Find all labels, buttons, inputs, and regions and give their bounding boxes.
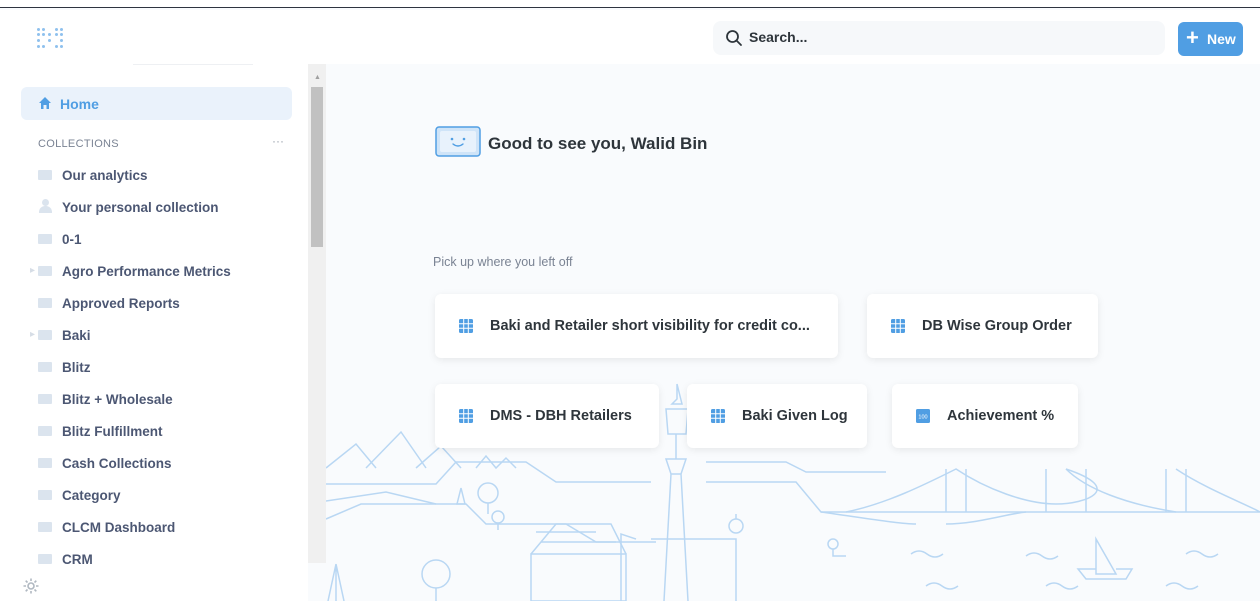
sidebar-collection-item[interactable]: Approved Reports [38, 293, 298, 317]
collection-name: Our analytics [62, 168, 148, 183]
person-icon [42, 199, 49, 206]
search-icon [726, 30, 742, 46]
folder-icon [38, 394, 52, 404]
chevron-right-icon[interactable]: ▸ [30, 265, 35, 276]
recent-item-card[interactable]: DMS - DBH Retailers [435, 384, 659, 448]
sidebar-item-home[interactable]: Home [21, 87, 292, 120]
recent-item-label: Achievement % [947, 408, 1055, 424]
sidebar-collection-item[interactable]: Blitz + Wholesale [38, 389, 298, 413]
collection-name: Cash Collections [62, 456, 172, 471]
sidebar: Home COLLECTIONS ··· Our analytics Your p… [0, 64, 308, 601]
search-placeholder: Search... [749, 29, 808, 45]
sidebar-collection-item[interactable]: ▸ Baki [30, 325, 298, 349]
plus-icon: + [1186, 25, 1199, 50]
recent-item-label: Baki Given Log [742, 408, 848, 424]
number-icon: 100 [916, 409, 930, 423]
recent-item-label: Baki and Retailer short visibility for c… [490, 318, 810, 334]
folder-icon [38, 330, 52, 340]
gear-icon[interactable] [22, 577, 40, 595]
metabase-logo-icon[interactable] [37, 28, 63, 50]
collection-name: CRM [62, 552, 93, 567]
collection-name: Blitz + Wholesale [62, 392, 173, 407]
sidebar-collection-item[interactable]: Cash Collections [38, 453, 298, 477]
greeting-face-icon [435, 126, 481, 157]
sidebar-collection-item[interactable]: ▸ Agro Performance Metrics [30, 261, 298, 285]
collection-name: Blitz [62, 360, 91, 375]
sidebar-divider [133, 64, 253, 65]
folder-icon [38, 170, 52, 180]
sidebar-scrollbar[interactable]: ▲ [308, 64, 326, 563]
scroll-up-arrow-icon[interactable]: ▲ [314, 74, 321, 81]
recent-item-card[interactable]: Baki and Retailer short visibility for c… [435, 294, 838, 358]
collections-heading: COLLECTIONS [38, 138, 119, 150]
table-icon [459, 319, 473, 333]
svg-text:100: 100 [918, 415, 927, 421]
table-icon [711, 409, 725, 423]
recent-item-card[interactable]: 100 Achievement % [892, 384, 1078, 448]
new-button-label: New [1207, 31, 1236, 47]
collection-name: CLCM Dashboard [62, 520, 176, 535]
recent-items-heading: Pick up where you left off [433, 255, 573, 269]
greeting-title: Good to see you, Walid Bin [488, 134, 708, 153]
table-icon [459, 409, 473, 423]
search-input[interactable]: Search... [713, 21, 1165, 55]
person-icon [39, 206, 52, 213]
collection-name: Your personal collection [62, 200, 219, 215]
folder-icon [38, 426, 52, 436]
collection-name: Category [62, 488, 121, 503]
table-icon [891, 319, 905, 333]
home-label: Home [60, 96, 99, 112]
recent-item-card[interactable]: Baki Given Log [687, 384, 867, 448]
sidebar-collection-item[interactable]: Blitz [38, 357, 298, 381]
collection-name: Agro Performance Metrics [62, 264, 231, 279]
top-navbar: Search... + New [0, 10, 1260, 64]
scrollbar-thumb[interactable] [311, 87, 323, 247]
home-page-content: Good to see you, Walid Bin Pick up where… [326, 64, 1260, 601]
chevron-right-icon[interactable]: ▸ [30, 329, 35, 340]
sidebar-collection-item[interactable]: Our analytics [38, 165, 298, 189]
folder-icon [38, 522, 52, 532]
folder-icon [38, 490, 52, 500]
folder-icon [38, 458, 52, 468]
new-button[interactable]: + New [1178, 22, 1243, 56]
collections-more-icon[interactable]: ··· [272, 134, 284, 148]
sidebar-collection-item[interactable]: CLCM Dashboard [38, 517, 298, 541]
collection-name: Baki [62, 328, 91, 343]
collection-name: Approved Reports [62, 296, 180, 311]
recent-item-label: DMS - DBH Retailers [490, 408, 632, 424]
folder-icon [38, 554, 52, 564]
sidebar-collection-item[interactable]: Your personal collection [38, 197, 298, 221]
recent-item-label: DB Wise Group Order [922, 318, 1072, 334]
recent-item-card[interactable]: DB Wise Group Order [867, 294, 1098, 358]
sidebar-collection-item[interactable]: CRM [38, 549, 298, 573]
folder-icon [38, 266, 52, 276]
home-icon [39, 97, 51, 109]
sidebar-collection-item[interactable]: Blitz Fulfillment [38, 421, 298, 445]
collection-name: Blitz Fulfillment [62, 424, 163, 439]
folder-icon [38, 298, 52, 308]
folder-icon [38, 234, 52, 244]
folder-icon [38, 362, 52, 372]
window-top-edge [0, 0, 1260, 8]
sidebar-collection-item[interactable]: Category [38, 485, 298, 509]
collection-name: 0-1 [62, 232, 82, 247]
sidebar-collection-item[interactable]: 0-1 [38, 229, 298, 253]
